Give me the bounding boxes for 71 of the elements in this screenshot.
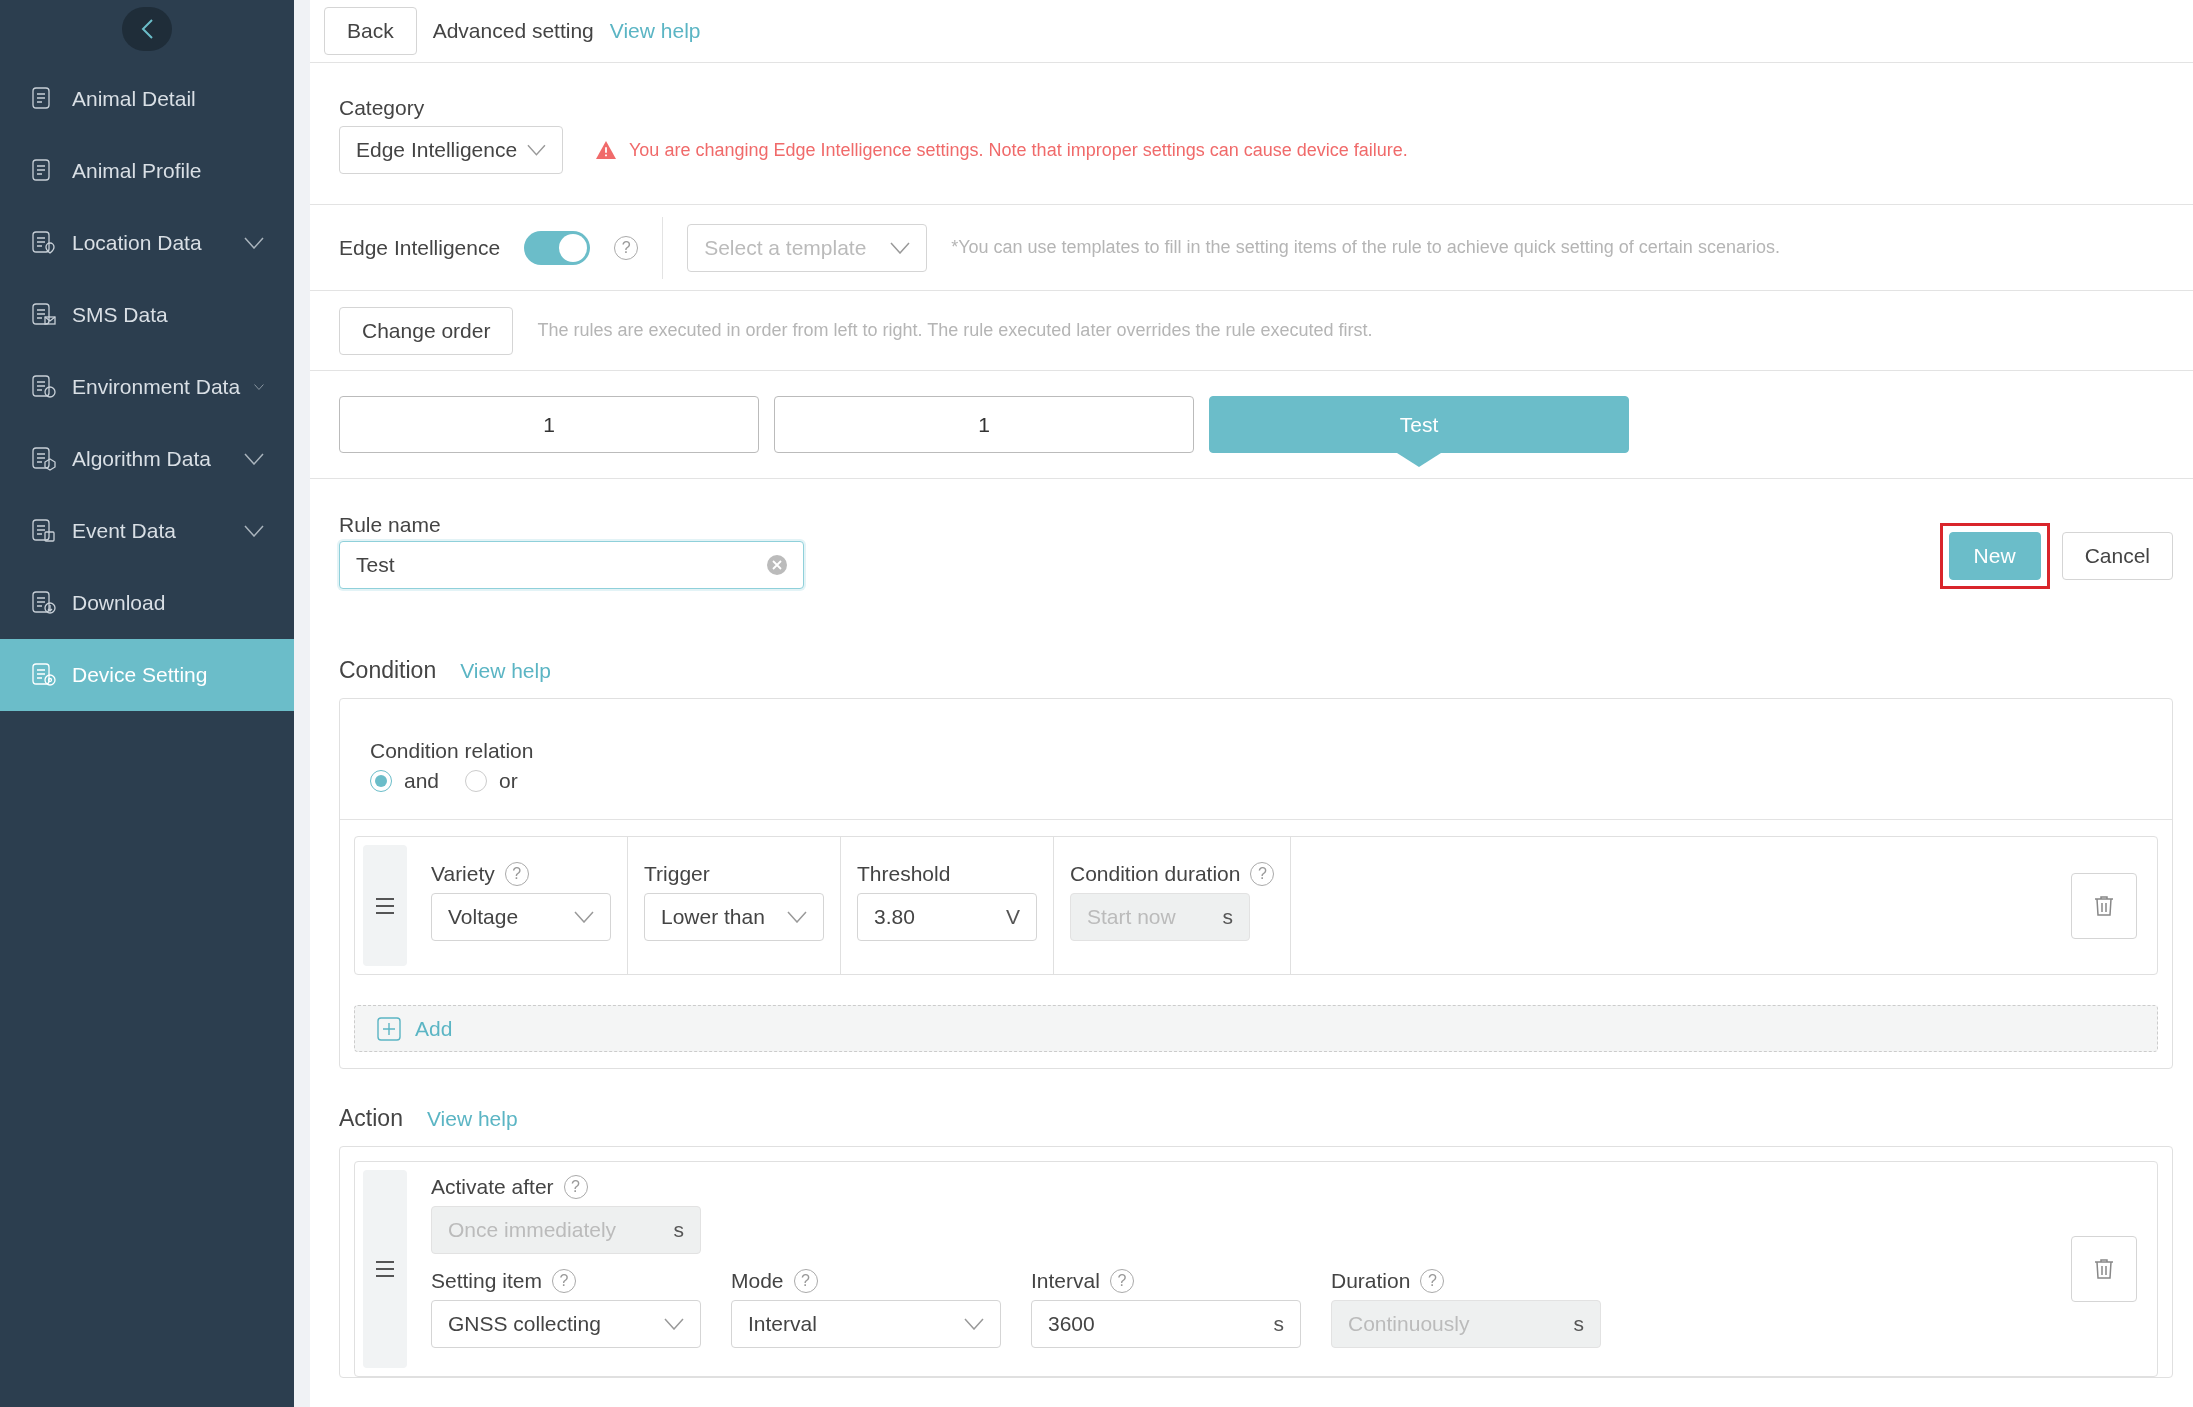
sidebar-item[interactable]: Environment Data: [0, 351, 294, 423]
field-label: Interval: [1031, 1269, 1100, 1293]
trash-icon: [2092, 893, 2116, 918]
chevron-down-icon: [574, 911, 594, 923]
field-label: Category: [339, 96, 425, 120]
radio-option[interactable]: or: [465, 769, 518, 793]
sidebar-item[interactable]: Algorithm Data: [0, 423, 294, 495]
select-field[interactable]: Interval: [731, 1300, 1001, 1348]
input-field[interactable]: 3.80 V: [857, 893, 1037, 941]
change-order-button[interactable]: Change order: [339, 306, 514, 355]
document-icon: [30, 445, 58, 473]
select-field[interactable]: GNSS collecting: [431, 1300, 701, 1348]
radio-option[interactable]: and: [370, 769, 440, 793]
menu-icon: [375, 896, 395, 915]
page-title: Advanced setting: [432, 19, 594, 43]
back-button[interactable]: Back: [324, 7, 417, 55]
document-icon: [30, 517, 58, 545]
section-title: Condition: [339, 657, 437, 684]
delete-button[interactable]: [2071, 1236, 2137, 1302]
chevron-left-icon: [141, 19, 153, 39]
field-label: Variety: [431, 862, 495, 886]
warning-message: You are changing Edge Intelligence settings. Note that improper settings can cause device failure.: [629, 139, 1408, 161]
select-field[interactable]: Voltage: [431, 893, 611, 941]
field-label: Activate after: [431, 1175, 554, 1199]
sidebar-item[interactable]: SMS Data: [0, 279, 294, 351]
input-field[interactable]: Test: [339, 541, 804, 589]
hint-text: The rules are executed in order from left to right. The rule executed later overrides the rule executed first.: [537, 320, 1373, 341]
select-field[interactable]: Lower than: [644, 893, 824, 941]
field-label: Condition relation: [370, 739, 534, 762]
chevron-down-icon: [244, 525, 264, 537]
chevron-down-icon: [527, 144, 546, 156]
chevron-down-icon: [890, 241, 911, 254]
sidebar-item[interactable]: Animal Detail: [0, 63, 294, 135]
select-field[interactable]: Edge Intelligence: [339, 126, 563, 174]
trash-icon: [2092, 1257, 2116, 1281]
chevron-down-icon: [787, 911, 807, 923]
rule-tab[interactable]: 1: [339, 396, 759, 453]
document-icon: [30, 589, 58, 617]
warning-icon: [595, 140, 617, 160]
hint-text: *You can use templates to fill in the setting items of the rule to achieve quick setting of certain scenarios.: [951, 237, 1780, 258]
field-label: Duration: [1331, 1269, 1411, 1293]
drag-handle[interactable]: [363, 845, 407, 966]
chevron-down-icon: [664, 1318, 684, 1330]
document-icon: [30, 373, 58, 401]
input-field[interactable]: 3600 s: [1031, 1300, 1301, 1348]
field-label: Condition duration: [1070, 862, 1241, 886]
rule-tab[interactable]: 1: [774, 396, 1194, 453]
chevron-down-icon: [244, 237, 264, 249]
field-label: Setting item: [431, 1269, 542, 1293]
chevron-down-icon: [964, 1318, 984, 1330]
field-label: Rule name: [339, 513, 442, 537]
clear-icon[interactable]: [767, 555, 787, 575]
cancel-button[interactable]: Cancel: [2061, 532, 2173, 580]
field-label: Edge Intelligence: [339, 235, 501, 260]
sidebar-item[interactable]: Animal Profile: [0, 135, 294, 207]
sidebar-item[interactable]: Event Data: [0, 495, 294, 567]
field-label: Mode: [731, 1269, 784, 1293]
field-label: Threshold: [857, 862, 951, 886]
tab-pointer: [1397, 453, 1441, 467]
toggle-switch[interactable]: [524, 230, 591, 265]
plus-icon: [377, 1016, 401, 1041]
drag-handle[interactable]: [363, 1170, 407, 1368]
collapse-button[interactable]: [122, 7, 172, 51]
field-label: Trigger: [644, 862, 710, 886]
sidebar-item[interactable]: Download: [0, 567, 294, 639]
menu-icon: [375, 1260, 395, 1278]
chevron-down-icon: [244, 453, 264, 465]
section-title: Action: [339, 1105, 403, 1132]
delete-button[interactable]: [2071, 872, 2137, 939]
document-icon: [30, 661, 58, 689]
sidebar-item[interactable]: Location Data: [0, 207, 294, 279]
